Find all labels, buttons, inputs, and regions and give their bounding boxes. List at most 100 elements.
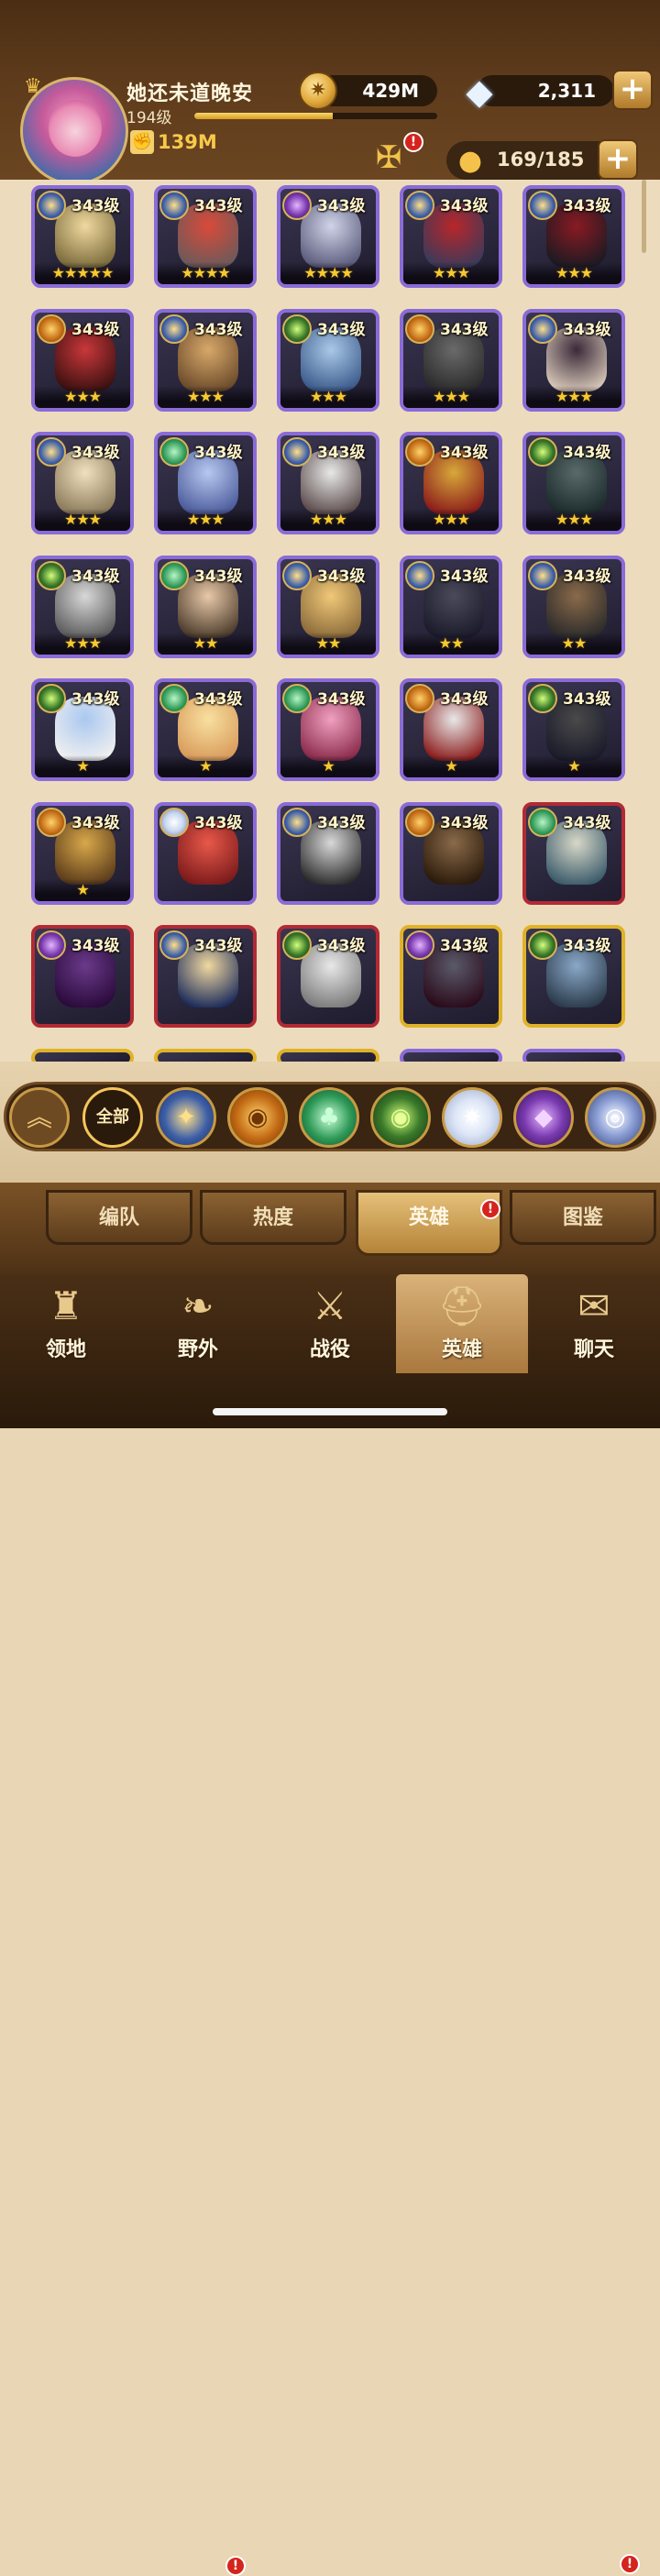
hero-card[interactable]: 343级 [277,925,380,1028]
filter-dimensional-button[interactable]: ◎ [585,1087,645,1148]
hero-card[interactable]: 343级 ★★★★ [154,185,257,288]
hero-card[interactable]: 343级 [154,925,257,1028]
hero-card[interactable]: 343级 ★★ [277,555,380,658]
lightbearer-faction-icon [37,191,66,220]
lightbearer-faction-icon [160,930,189,960]
hero-level: 343级 [563,444,611,462]
hero-card[interactable]: 343级 ★★★ [31,308,134,412]
hero-card[interactable]: 343级 ★★★ [400,185,502,288]
add-gems-button[interactable]: + [612,70,653,110]
filter-hypogean-button[interactable]: ◆ [513,1087,574,1148]
hero-card[interactable]: 343级 ★★★ [154,308,257,412]
hero-level: 343级 [317,937,366,955]
hero-level: 343级 [317,567,366,586]
graveborn-faction-icon [282,314,312,344]
hero-card[interactable]: 343级 ★ [277,678,380,781]
hero-card[interactable]: 343级 ★★★ [400,308,502,412]
hero-card[interactable]: 343级 ★★★ [277,308,380,412]
hero-card[interactable]: 343级 [31,925,134,1028]
hero-stars: ★★★★ [158,262,253,284]
hero-card[interactable]: 343级 ★ [522,678,625,781]
hero-card[interactable]: 343级 ★★★ [154,432,257,534]
hero-level: 343级 [194,690,243,709]
sword-shield-icon: ⚔ [313,1283,347,1328]
collapse-filter-button[interactable]: ︽ [9,1087,70,1148]
nav-chat-badge: ! [620,2554,640,2574]
filter-lightbearer-button[interactable]: ✦ [156,1087,216,1148]
filter-celestial-button[interactable]: ✷ [442,1087,502,1148]
hero-stars: ★ [35,755,130,777]
celestial-faction-icon [160,807,189,837]
filter-mauler-button[interactable]: ◉ [227,1087,288,1148]
hero-card[interactable]: 343级 ★★★ [522,308,625,412]
nav-campaign[interactable]: ⚔ 战役 [264,1274,396,1373]
hero-card[interactable]: 343级 ★ [400,678,502,781]
hero-card-partial[interactable] [31,1048,134,1062]
nav-heroes[interactable]: ⛑ 英雄 [396,1274,528,1373]
nav-wilds-badge: ! [226,2556,246,2576]
combat-power: ✊ 139M [130,130,217,154]
hero-card-partial[interactable] [400,1048,502,1062]
hero-stars: ★★★ [526,509,622,531]
hero-card[interactable]: 343级 ★★★ [31,432,134,534]
lightbearer-faction-icon [37,437,66,467]
hero-card[interactable]: 343级 ★★★ [277,432,380,534]
tab-codex[interactable]: 图鉴 [510,1190,656,1245]
hero-stars: ★★★ [526,385,622,408]
gold-coin-icon: ✷ [299,72,337,110]
hero-grid[interactable]: 343级 ★★★★★ 343级 ★★★★ 343级 ★★★★ 343级 ★★★ 343级 ★★★ 3… [0,180,660,1062]
hero-card[interactable]: 343级 [277,801,380,905]
hero-card[interactable]: 343级 [400,925,502,1028]
hero-level: 343级 [563,567,611,586]
hero-card[interactable]: 343级 ★★ [154,555,257,658]
hero-card[interactable]: 343级 ★ [31,801,134,905]
nav-wilds[interactable]: ❧ 野外 [132,1274,264,1373]
hero-card[interactable]: 343级 ★ [31,678,134,781]
hero-card[interactable]: 343级 [522,801,625,905]
hero-level: 343级 [194,813,243,832]
hero-card-partial[interactable] [522,1048,625,1062]
hero-card[interactable]: 343级 ★★★★ [277,185,380,288]
hero-card[interactable]: 343级 [400,801,502,905]
hero-card[interactable]: 343级 [154,801,257,905]
hero-card[interactable]: 343级 ★★★ [522,185,625,288]
hero-card[interactable]: 343级 ★★ [522,555,625,658]
hero-card[interactable]: 343级 [522,925,625,1028]
hero-level: 343级 [194,937,243,955]
map-scroll-icon: ❧ [182,1283,214,1328]
tab-heroes[interactable]: 英雄 [356,1190,502,1256]
hero-card[interactable]: 343级 ★★★ [400,432,502,534]
hero-level: 343级 [440,813,489,832]
nav-campaign-label: 战役 [309,1338,350,1361]
tab-heroes-badge: ! [480,1199,500,1219]
filter-graveborn-button[interactable]: ◉ [370,1087,431,1148]
mauler-faction-icon [405,437,434,467]
hero-card[interactable]: 343级 ★★★★★ [31,185,134,288]
filter-wilder-button[interactable]: ♣ [299,1087,359,1148]
hero-card-partial[interactable] [154,1048,257,1062]
tab-formation[interactable]: 编队 [46,1190,192,1245]
wilder-faction-icon [528,807,557,837]
add-hero-slots-button[interactable]: + [598,139,638,180]
mauler-faction-icon [405,684,434,713]
filter-all-button[interactable]: 全部 [82,1087,143,1148]
hero-level: 343级 [194,320,243,339]
hero-level: 343级 [72,567,120,586]
hero-level: 343级 [72,690,120,709]
nav-territory[interactable]: ♜ 领地 [0,1274,132,1373]
hero-level: 343级 [317,813,366,832]
hero-level: 343级 [440,197,489,215]
hero-card[interactable]: 343级 ★ [154,678,257,781]
hero-card[interactable]: 343级 ★★★ [31,555,134,658]
hero-card[interactable]: 343级 ★★ [400,555,502,658]
hero-slot-count: 169/185 [497,149,585,171]
hero-card[interactable]: 343级 ★★★ [522,432,625,534]
tab-popularity[interactable]: 热度 [200,1190,346,1245]
hero-level: 343级 [440,937,489,955]
grid-scrollbar[interactable] [642,180,646,253]
hero-card-partial[interactable] [277,1048,380,1062]
lightbearer-faction-icon [528,560,557,590]
nav-chat[interactable]: ✉ 聊天 [528,1274,660,1373]
hero-level: 343级 [563,197,611,215]
graveborn-faction-icon [37,560,66,590]
